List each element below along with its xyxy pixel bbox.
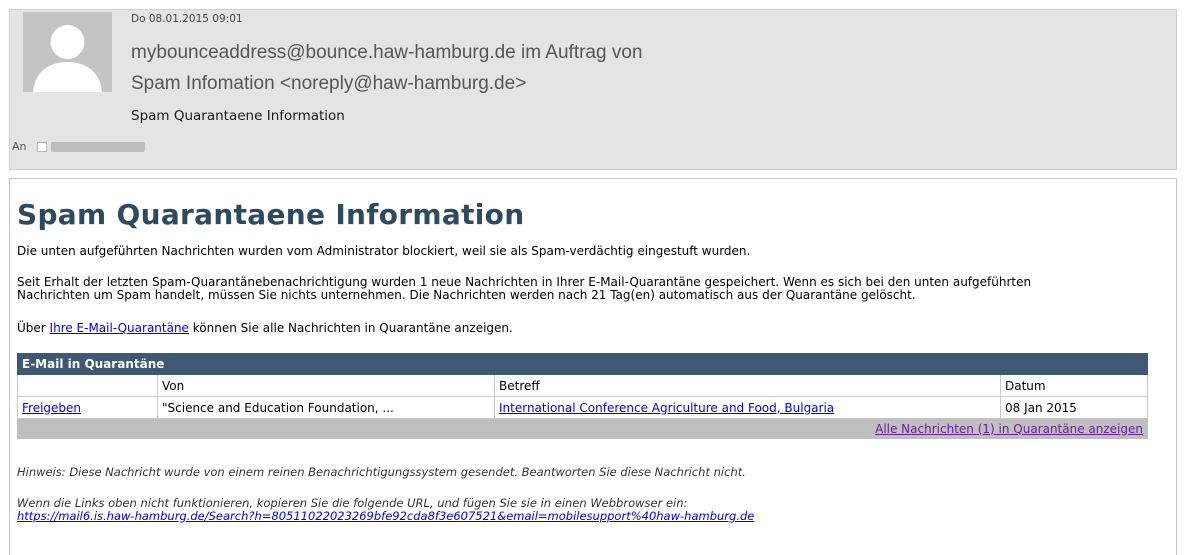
quarantine-table: E-Mail in Quarantäne Von Betreff Datum F… — [17, 353, 1148, 439]
para3-suffix: können Sie alle Nachrichten in Quarantän… — [188, 321, 513, 335]
release-link[interactable]: Freigeben — [22, 401, 81, 415]
notification-line-2: Nachrichten um Spam handelt, müssen Sie … — [17, 288, 916, 302]
table-caption: E-Mail in Quarantäne — [17, 353, 1148, 375]
sender-info[interactable]: mybounceaddress@bounce.haw-hamburg.de im… — [131, 37, 642, 99]
header-subject: Betreff — [494, 374, 1001, 397]
sender-line-1: mybounceaddress@bounce.haw-hamburg.de im… — [131, 42, 643, 63]
show-all-link[interactable]: Alle Nachrichten (1) in Quarantäne anzei… — [875, 422, 1143, 436]
table-footer: Alle Nachrichten (1) in Quarantäne anzei… — [17, 418, 1148, 439]
message-subject: Spam Quarantaene Information — [131, 108, 345, 124]
para3-prefix: Über — [17, 321, 50, 335]
header-date: Datum — [1000, 374, 1148, 397]
message-body: Spam Quarantaene Information Die unten a… — [9, 178, 1177, 555]
to-label: An — [12, 140, 27, 153]
url-note: Wenn die Links oben nicht funktionieren,… — [17, 497, 1167, 523]
table-caption-row: E-Mail in Quarantäne — [17, 353, 1148, 375]
message-date: Do 08.01.2015 09:01 — [131, 13, 243, 25]
header-from: Von — [157, 374, 495, 397]
quarantine-link[interactable]: Ihre E-Mail-Quarantäne — [50, 321, 189, 335]
recipient-presence-icon — [36, 141, 47, 152]
recipient-redacted[interactable] — [50, 141, 145, 152]
quarantine-link-paragraph: Über Ihre E-Mail-Quarantäne können Sie a… — [17, 322, 1167, 335]
search-url-link[interactable]: https://mail6.is.haw-hamburg.de/Search?h… — [17, 510, 1167, 523]
intro-paragraph: Die unten aufgeführten Nachrichten wurde… — [17, 244, 751, 258]
message-header: Do 08.01.2015 09:01 mybounceaddress@boun… — [9, 9, 1177, 170]
person-silhouette-icon — [23, 12, 112, 92]
notification-paragraph: Seit Erhalt der letzten Spam-Quarantäneb… — [17, 276, 1167, 302]
table-footer-row: Alle Nachrichten (1) in Quarantäne anzei… — [17, 418, 1148, 439]
sender-line-2: Spam Infomation <noreply@haw-hamburg.de> — [131, 73, 527, 94]
date-cell: 08 Jan 2015 — [1000, 396, 1148, 419]
header-action — [17, 374, 158, 397]
recipient-row: An — [12, 140, 145, 153]
hint-note: Hinweis: Diese Nachricht wurde von einem… — [17, 465, 746, 479]
release-cell: Freigeben — [17, 396, 158, 419]
from-cell: "Science and Education Foundation, ... — [157, 396, 495, 419]
table-header-row: Von Betreff Datum — [17, 374, 1148, 397]
table-row: Freigeben "Science and Education Foundat… — [17, 396, 1148, 419]
page-title: Spam Quarantaene Information — [17, 198, 525, 231]
subject-cell: International Conference Agriculture and… — [494, 396, 1001, 419]
subject-link[interactable]: International Conference Agriculture and… — [499, 401, 834, 415]
